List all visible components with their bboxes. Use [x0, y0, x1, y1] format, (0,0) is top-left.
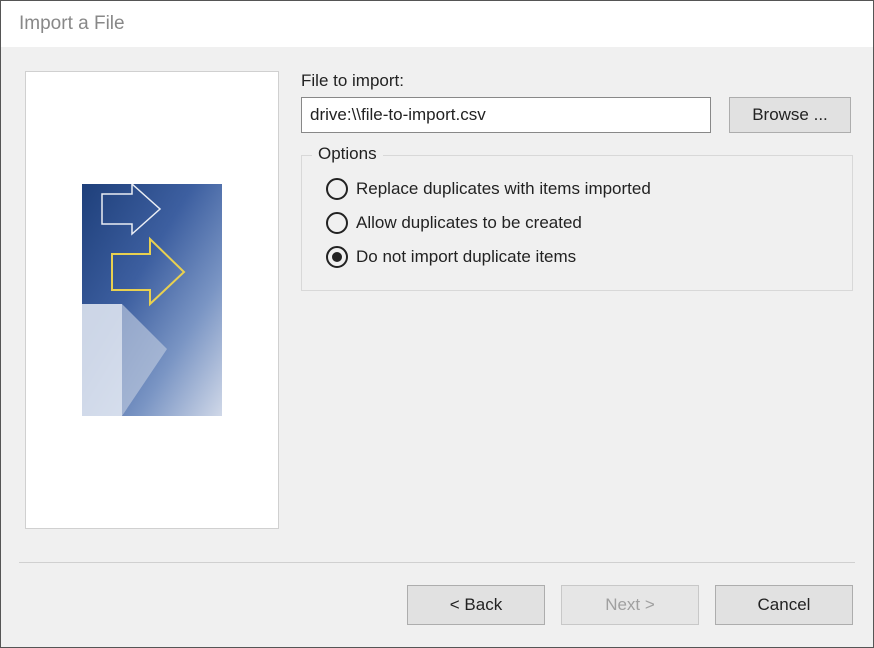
- file-to-import-label: File to import:: [301, 71, 855, 91]
- next-button[interactable]: Next >: [561, 585, 699, 625]
- content-area: File to import: Browse ... Options Repla…: [1, 47, 873, 562]
- radio-option-0[interactable]: Replace duplicates with items imported: [326, 178, 834, 200]
- radio-icon: [326, 212, 348, 234]
- radio-icon: [326, 178, 348, 200]
- options-radio-group: Replace duplicates with items imported Al…: [320, 170, 834, 268]
- browse-button[interactable]: Browse ...: [729, 97, 851, 133]
- arrows-icon: [82, 184, 222, 416]
- divider: [19, 562, 855, 563]
- cancel-button[interactable]: Cancel: [715, 585, 853, 625]
- radio-label: Allow duplicates to be created: [356, 213, 582, 233]
- wizard-window: Import a File: [0, 0, 874, 648]
- titlebar: Import a File: [1, 1, 873, 47]
- window-title: Import a File: [19, 13, 125, 35]
- wizard-graphic-panel: [25, 71, 279, 529]
- radio-icon: [326, 246, 348, 268]
- file-row: Browse ...: [301, 97, 855, 133]
- wizard-graphic: [82, 184, 222, 416]
- button-row: < Back Next > Cancel: [19, 585, 855, 625]
- radio-option-1[interactable]: Allow duplicates to be created: [326, 212, 834, 234]
- options-fieldset: Options Replace duplicates with items im…: [301, 155, 853, 291]
- radio-label: Replace duplicates with items imported: [356, 179, 651, 199]
- footer: < Back Next > Cancel: [1, 562, 873, 647]
- radio-label: Do not import duplicate items: [356, 247, 576, 267]
- options-legend: Options: [312, 144, 383, 164]
- back-button[interactable]: < Back: [407, 585, 545, 625]
- radio-option-2[interactable]: Do not import duplicate items: [326, 246, 834, 268]
- form-panel: File to import: Browse ... Options Repla…: [301, 71, 855, 552]
- file-path-input[interactable]: [301, 97, 711, 133]
